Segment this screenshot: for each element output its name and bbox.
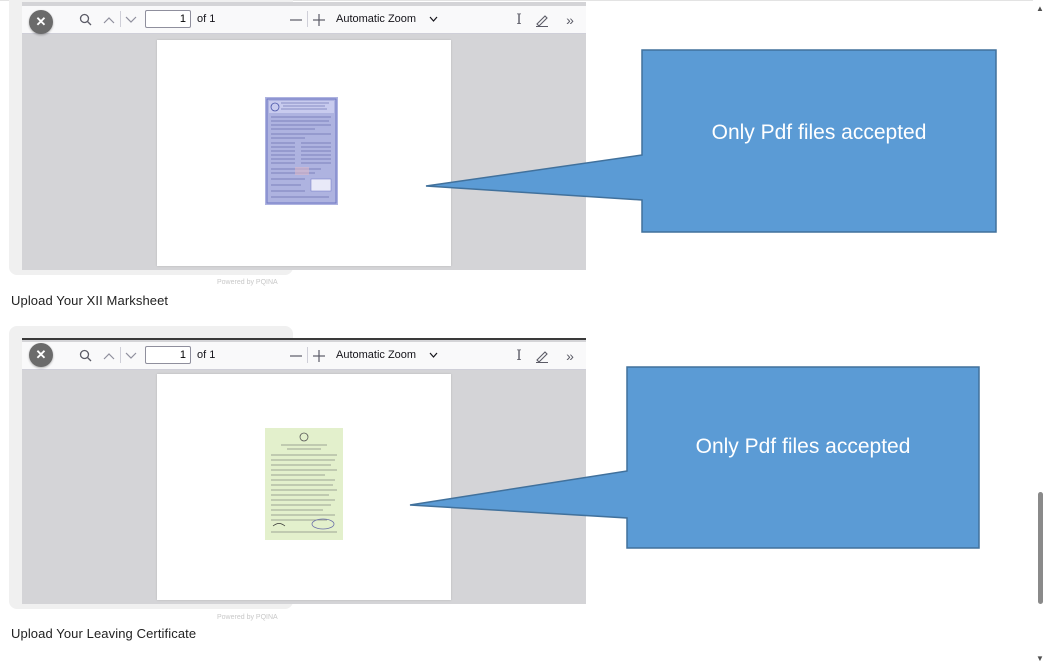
leaving-certificate-document-image: [265, 428, 343, 540]
pdf-page: [157, 374, 451, 600]
scrollbar-thumb[interactable]: [1038, 492, 1043, 604]
pdf-toolbar: ▤ of 1 Automatic Zoom I »: [22, 342, 586, 370]
zoom-value: Automatic Zoom: [336, 349, 417, 361]
pdf-page: [157, 40, 451, 266]
chevron-down-icon: [429, 352, 438, 358]
upload-label-leaving-certificate: Upload Your Leaving Certificate: [11, 626, 197, 641]
minus-icon[interactable]: [287, 9, 305, 31]
pdf-toolbar: ▤ of 1 Automatic Zoom I »: [22, 6, 586, 34]
toolbar-separator: [307, 347, 308, 363]
powered-by-label[interactable]: Powered by PQINA: [217, 614, 278, 621]
zoom-select[interactable]: Automatic Zoom: [332, 345, 444, 365]
marksheet-document-image: [265, 97, 338, 205]
page-count-label: of 1: [197, 13, 216, 25]
zoom-select[interactable]: Automatic Zoom: [332, 9, 444, 29]
chevron-down-icon: [429, 16, 438, 22]
viewer-top-border: [22, 338, 586, 340]
double-chevron-right-icon[interactable]: »: [560, 9, 580, 31]
pdf-viewer-marksheet[interactable]: ▤ of 1 Automatic Zoom I »: [22, 2, 586, 270]
upload-label-marksheet: Upload Your XII Marksheet: [11, 293, 169, 308]
page-number-input[interactable]: [145, 346, 191, 364]
close-icon[interactable]: ✕: [29, 10, 53, 34]
powered-by-label[interactable]: Powered by PQINA: [217, 279, 278, 286]
search-icon[interactable]: [74, 9, 96, 31]
chevron-up-icon[interactable]: [99, 9, 119, 31]
chevron-down-icon[interactable]: [121, 345, 141, 367]
minus-icon[interactable]: [287, 345, 305, 367]
plus-icon[interactable]: [310, 345, 328, 367]
search-icon[interactable]: [74, 345, 96, 367]
close-icon[interactable]: ✕: [29, 343, 53, 367]
pen-icon[interactable]: [532, 345, 552, 367]
zoom-value: Automatic Zoom: [336, 13, 417, 25]
callout-text-leaving-certificate: Only Pdf files accepted: [695, 435, 911, 458]
scroll-down-icon[interactable]: ▼: [1036, 654, 1044, 663]
page-number-input[interactable]: [145, 10, 191, 28]
pen-icon[interactable]: [532, 9, 552, 31]
chevron-up-icon[interactable]: [99, 345, 119, 367]
callout-text-marksheet: Only Pdf files accepted: [711, 121, 927, 144]
pdf-viewer-leaving-certificate[interactable]: ▤ of 1 Automatic Zoom I »: [22, 338, 586, 604]
page-count-label: of 1: [197, 349, 216, 361]
text-cursor-icon[interactable]: I: [510, 345, 528, 367]
toolbar-separator: [307, 11, 308, 27]
scroll-up-icon[interactable]: ▲: [1036, 4, 1044, 13]
chevron-down-icon[interactable]: [121, 9, 141, 31]
text-cursor-icon[interactable]: I: [510, 9, 528, 31]
plus-icon[interactable]: [310, 9, 328, 31]
double-chevron-right-icon[interactable]: »: [560, 345, 580, 367]
